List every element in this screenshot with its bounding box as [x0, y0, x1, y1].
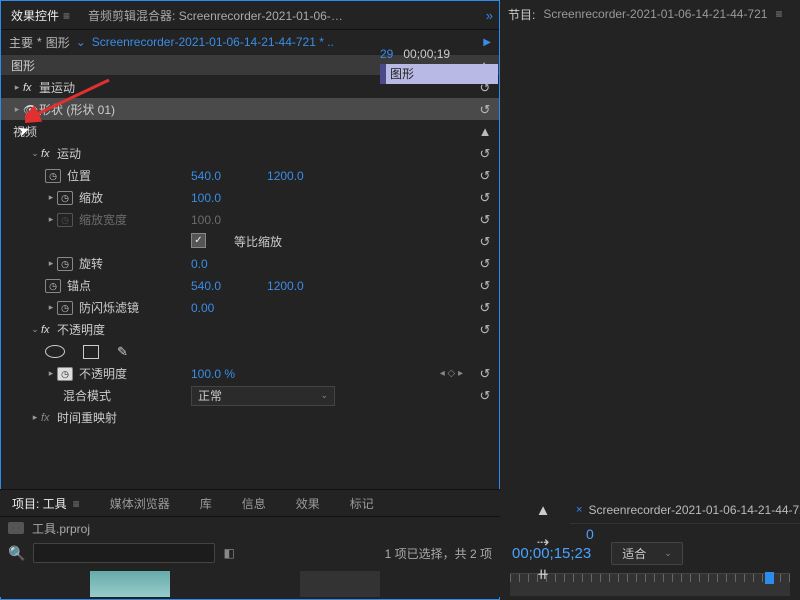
prop-position[interactable]: ◷ 位置 540.01200.0 ↺	[1, 164, 499, 186]
position-x[interactable]: 540.0	[191, 169, 221, 183]
reset-icon[interactable]: ↺	[477, 366, 493, 382]
prop-rotation[interactable]: ▸◷ 旋转 0.0 ↺	[1, 252, 499, 274]
project-search-input[interactable]	[33, 543, 215, 563]
prop-uniform-scale[interactable]: ✓等比缩放 ↺	[1, 230, 499, 252]
blend-mode-dropdown[interactable]: 正常⌄	[191, 386, 335, 406]
stopwatch-icon[interactable]: ◷	[57, 191, 73, 205]
tab-media-browser[interactable]: 媒体浏览器	[106, 491, 174, 516]
source-master-label: 主要	[9, 34, 33, 51]
prop-opacity-group[interactable]: ⌄fx 不透明度 ↺	[1, 318, 499, 340]
opacity-mask-tools: ✎	[1, 340, 499, 362]
project-items[interactable]	[0, 567, 500, 597]
panel-menu-icon[interactable]: ≡	[775, 7, 782, 21]
tab-project[interactable]: 项目: 工具≡	[8, 491, 84, 516]
program-file[interactable]: Screenrecorder-2021-01-06-14-21-44-721	[543, 7, 767, 21]
bin-icon	[8, 522, 24, 534]
panel-expand-icon[interactable]: »	[486, 8, 493, 23]
keyframe-nav-icon[interactable]: ◂ ◇ ▸	[440, 368, 463, 379]
rect-mask-icon[interactable]	[83, 345, 99, 359]
expand-icon[interactable]: ▸	[11, 104, 23, 115]
anchor-y[interactable]: 1200.0	[267, 279, 304, 293]
sequence-tabbar: × Screenrecorder-2021-01-06-14-21-44-721	[570, 497, 800, 524]
mini-timeline-frame: 29	[380, 47, 393, 61]
search-icon[interactable]: 🔍	[8, 545, 25, 562]
close-tab-icon[interactable]: ×	[576, 504, 582, 516]
project-file-name: 工具.prproj	[32, 520, 90, 537]
prop-time-remap[interactable]: ▸fx 时间重映射	[1, 406, 499, 428]
antiflicker-value[interactable]: 0.00	[191, 301, 214, 315]
reset-icon[interactable]: ↺	[477, 168, 493, 184]
project-selection-count: 1 项已选择，共 2 项	[385, 545, 492, 562]
anchor-x[interactable]: 540.0	[191, 279, 221, 293]
reset-icon[interactable]: ↺	[477, 300, 493, 316]
mini-timeline-header: 29 00;00;19	[380, 44, 498, 64]
opacity-value[interactable]: 100.0 %	[191, 367, 235, 381]
track-select-tool-icon[interactable]: ⇢	[537, 533, 550, 551]
reset-icon[interactable]: ↺	[477, 322, 493, 338]
stopwatch-on-icon[interactable]: ◷	[57, 367, 73, 381]
stopwatch-icon[interactable]: ◷	[57, 257, 73, 271]
sequence-tab[interactable]: Screenrecorder-2021-01-06-14-21-44-721	[588, 503, 800, 517]
project-item-thumb[interactable]	[300, 571, 380, 597]
project-tabbar: 项目: 工具≡ 媒体浏览器 库 信息 效果 标记	[0, 490, 500, 517]
program-label: 节目:	[508, 6, 535, 23]
sequence-timecode[interactable]: 0	[586, 526, 594, 542]
expand-icon[interactable]: ▸	[11, 82, 23, 93]
prop-anchor[interactable]: ◷ 锚点 540.01200.0 ↺	[1, 274, 499, 296]
prop-vector-motion[interactable]: ▸ fx 量运动 ↺	[1, 76, 499, 98]
mini-timeline-tc: 00;00;19	[403, 47, 450, 61]
prop-scale-width: ▸◷ 缩放宽度 100.0 ↺	[1, 208, 499, 230]
ellipse-mask-icon[interactable]	[45, 345, 65, 358]
reset-icon[interactable]: ↺	[477, 278, 493, 294]
project-breadcrumb[interactable]: 工具.prproj	[0, 517, 500, 539]
reset-icon[interactable]: ↺	[477, 190, 493, 206]
stopwatch-icon[interactable]: ◷	[45, 279, 61, 293]
chevron-down-icon: ⌄	[320, 390, 328, 401]
filter-icon[interactable]: ◧	[223, 546, 234, 560]
prop-opacity[interactable]: ▸◷ 不透明度 100.0 % ◂ ◇ ▸ ↺	[1, 362, 499, 384]
reset-icon[interactable]: ↺	[477, 234, 493, 250]
checkbox-checked-icon[interactable]: ✓	[191, 233, 206, 248]
rotation-value[interactable]: 0.0	[191, 257, 208, 271]
panel-menu-icon[interactable]: ≡	[63, 9, 70, 23]
reset-icon[interactable]: ↺	[477, 212, 493, 228]
prop-blend-mode[interactable]: 混合模式 正常⌄ ↺	[1, 384, 499, 406]
program-playhead[interactable]	[765, 572, 774, 584]
tab-effect-controls[interactable]: 效果控件≡	[7, 3, 74, 28]
video-section-header: 视频 ▲	[1, 120, 499, 142]
reset-icon[interactable]: ↺	[477, 146, 493, 162]
stopwatch-icon[interactable]: ◷	[45, 169, 61, 183]
pen-mask-icon[interactable]: ✎	[117, 344, 128, 360]
source-linked-sequence[interactable]: Screenrecorder-2021-01-06-14-21-44-721 *…	[92, 35, 334, 49]
chevron-up-icon: ▲	[477, 124, 493, 139]
tab-library[interactable]: 库	[196, 491, 216, 516]
timeline-tools: ▲ ⇢ ⧺	[528, 502, 558, 583]
tab-markers[interactable]: 标记	[346, 491, 378, 516]
selection-tool-icon[interactable]: ▲	[536, 502, 551, 519]
position-y[interactable]: 1200.0	[267, 169, 304, 183]
project-item-thumb[interactable]	[90, 571, 170, 597]
tab-effects[interactable]: 效果	[292, 491, 324, 516]
source-graphic-label: 图形	[46, 34, 70, 51]
reset-icon[interactable]: ↺	[477, 102, 493, 118]
stopwatch-icon[interactable]: ◷	[57, 301, 73, 315]
prop-scale[interactable]: ▸◷ 缩放 100.0 ↺	[1, 186, 499, 208]
prop-motion[interactable]: ⌄fx 运动 ↺	[1, 142, 499, 164]
eye-icon[interactable]: 👁	[23, 103, 39, 117]
chevron-down-icon: ⌄	[664, 548, 672, 559]
reset-icon[interactable]: ↺	[477, 388, 493, 404]
ripple-tool-icon[interactable]: ⧺	[537, 565, 550, 583]
prop-antiflicker[interactable]: ▸◷ 防闪烁滤镜 0.00 ↺	[1, 296, 499, 318]
reset-icon[interactable]: ↺	[477, 80, 493, 96]
effect-controls-tabbar: 效果控件≡ 音频剪辑混合器: Screenrecorder-2021-01-06…	[1, 1, 499, 30]
prop-shape[interactable]: ▸ 👁 形状 (形状 01) ↺	[1, 98, 499, 120]
tab-info[interactable]: 信息	[238, 491, 270, 516]
program-panel-header: 节目: Screenrecorder-2021-01-06-14-21-44-7…	[500, 0, 800, 28]
source-dropdown-icon[interactable]: ⌄	[76, 35, 86, 49]
scale-value[interactable]: 100.0	[191, 191, 221, 205]
program-zoom-dropdown[interactable]: 适合⌄	[611, 542, 683, 565]
tab-audio-mixer[interactable]: 音频剪辑混合器: Screenrecorder-2021-01-06-14-21…	[88, 7, 348, 24]
reset-icon[interactable]: ↺	[477, 256, 493, 272]
